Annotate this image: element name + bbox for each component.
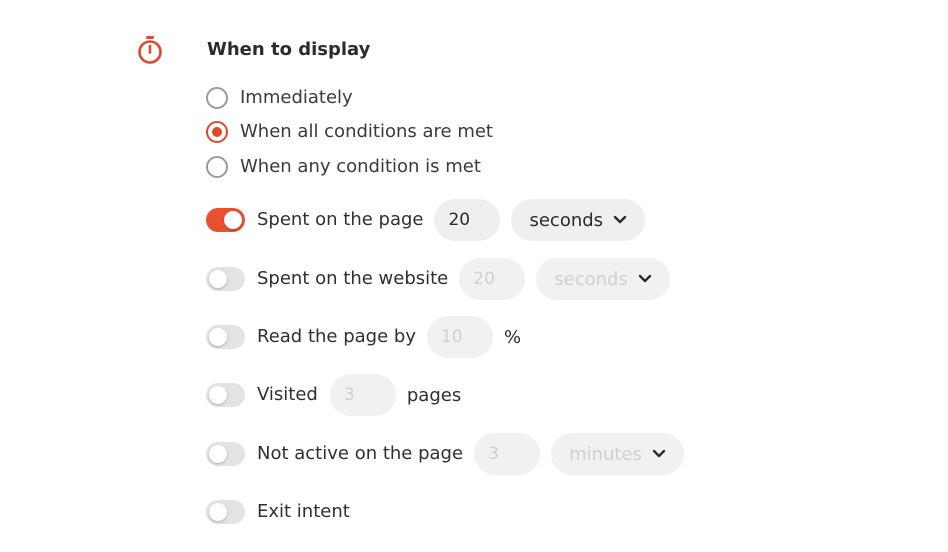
radio-button[interactable]: [206, 87, 228, 109]
inactivity-toggle[interactable]: [206, 442, 245, 466]
radio-option-any-condition[interactable]: When any condition is met: [206, 155, 481, 179]
radio-option-all-conditions[interactable]: When all conditions are met: [206, 120, 493, 144]
exit-intent-toggle[interactable]: [206, 500, 245, 524]
condition-time-on-website: Spent on the website seconds: [206, 258, 670, 300]
time-on-website-unit-select[interactable]: seconds: [536, 258, 670, 300]
toggle-knob: [209, 503, 227, 521]
inactivity-input[interactable]: [474, 433, 541, 475]
condition-pages-visited: Visited pages: [206, 374, 461, 416]
stopwatch-icon: [138, 36, 162, 64]
condition-scroll-depth: Read the page by %: [206, 316, 521, 358]
condition-exit-intent: Exit intent: [206, 491, 350, 533]
time-on-page-input[interactable]: [434, 199, 501, 241]
chevron-down-icon: [638, 274, 652, 283]
percent-suffix: %: [503, 326, 522, 348]
time-on-website-toggle[interactable]: [206, 267, 245, 291]
scroll-depth-label: Read the page by: [257, 326, 416, 347]
time-on-website-input[interactable]: [459, 258, 526, 300]
chevron-down-icon: [652, 449, 666, 458]
toggle-knob: [209, 328, 227, 346]
scroll-depth-toggle[interactable]: [206, 325, 245, 349]
time-on-page-unit-select[interactable]: seconds: [511, 199, 646, 241]
radio-option-immediately[interactable]: Immediately: [206, 86, 353, 110]
condition-inactivity: Not active on the page minutes: [206, 433, 684, 475]
time-on-website-label: Spent on the website: [257, 268, 449, 289]
inactivity-unit-select[interactable]: minutes: [551, 433, 684, 475]
toggle-knob: [209, 386, 227, 404]
chevron-down-icon: [613, 215, 627, 224]
radio-label: When any condition is met: [240, 156, 481, 177]
toggle-knob: [209, 270, 227, 288]
pages-suffix: pages: [406, 384, 462, 406]
section-title: When to display: [207, 39, 371, 60]
exit-intent-label: Exit intent: [257, 501, 350, 522]
radio-label: When all conditions are met: [240, 121, 493, 142]
select-value: minutes: [569, 443, 642, 465]
pages-visited-input[interactable]: [329, 374, 396, 416]
inactivity-label: Not active on the page: [257, 443, 464, 464]
select-value: seconds: [529, 209, 604, 231]
toggle-knob: [209, 445, 227, 463]
radio-button[interactable]: [206, 156, 228, 178]
time-on-page-toggle[interactable]: [206, 208, 245, 232]
toggle-knob: [224, 211, 242, 229]
time-on-page-label: Spent on the page: [257, 209, 424, 230]
pages-visited-toggle[interactable]: [206, 383, 245, 407]
radio-label: Immediately: [240, 87, 353, 108]
condition-time-on-page: Spent on the page seconds: [206, 199, 646, 241]
pages-visited-label: Visited: [257, 384, 318, 405]
radio-button-selected[interactable]: [206, 121, 228, 143]
scroll-depth-input[interactable]: [426, 316, 493, 358]
select-value: seconds: [554, 268, 628, 290]
